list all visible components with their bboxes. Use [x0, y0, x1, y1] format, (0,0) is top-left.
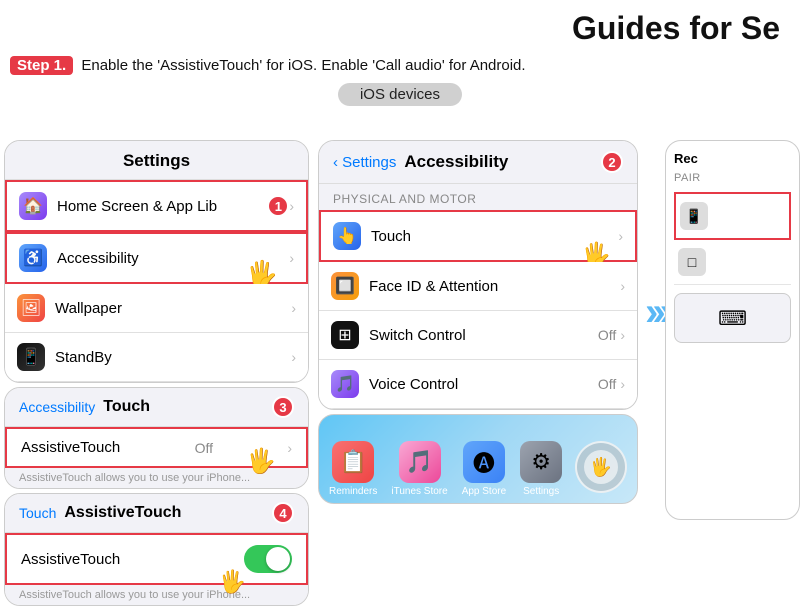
acc-switch-label: Switch Control	[369, 327, 598, 344]
touch-assistivetouch-item[interactable]: AssistiveTouch Off › 🖐	[5, 427, 308, 468]
card-touch: Accessibility Touch 3 AssistiveTouch Off…	[4, 387, 309, 489]
wallpaper-label: Wallpaper	[55, 300, 291, 317]
acc-voice-value: Off	[598, 376, 616, 392]
step-badge: Step 1.	[10, 56, 73, 75]
mid-column: ‹ Settings Accessibility 2 PHYSICAL AND …	[318, 140, 643, 504]
card-right-partial: Rec PAIR 📱 □ ⌨	[665, 140, 800, 520]
acc-switch-chevron: ›	[620, 327, 625, 343]
itunes-label: iTunes Store	[391, 486, 447, 497]
at-toggle-item[interactable]: AssistiveTouch 🖐	[5, 533, 308, 585]
wallpaper-icon: 🖼	[17, 294, 45, 322]
step3-badge: 3	[272, 396, 294, 418]
at-label: AssistiveTouch	[21, 551, 120, 568]
accessibility-icon: ♿	[19, 244, 47, 272]
at-toggle[interactable]	[244, 545, 292, 573]
appstore-label: App Store	[462, 486, 506, 497]
acc-item-faceid[interactable]: 🔲 Face ID & Attention ›	[319, 262, 637, 311]
standby-chevron: ›	[291, 349, 296, 365]
standby-icon: 📱	[17, 343, 45, 371]
switch-icon: ⊞	[331, 321, 359, 349]
acc-section-label: PHYSICAL AND MOTOR	[319, 184, 637, 210]
app-settings[interactable]: ⚙ Settings	[520, 441, 562, 497]
acc-item-voice[interactable]: 🎵 Voice Control Off ›	[319, 360, 637, 409]
assistive-touch-button[interactable]: 🖐	[575, 441, 627, 493]
acc-item-switch[interactable]: ⊞ Switch Control Off ›	[319, 311, 637, 360]
itunes-icon: 🎵	[399, 441, 441, 483]
acc-voice-label: Voice Control	[369, 376, 598, 393]
acc-header: ‹ Settings Accessibility 2	[319, 141, 637, 184]
homescreen-chevron: ›	[289, 198, 294, 214]
right-item-1[interactable]: 📱	[674, 192, 791, 240]
acc-faceid-chevron: ›	[620, 278, 625, 294]
voice-icon: 🎵	[331, 370, 359, 398]
ios-label-wrap: iOS devices	[0, 83, 800, 106]
step4-badge: 4	[272, 502, 294, 524]
touch-icon: 👆	[333, 222, 361, 250]
settings-app-label: Settings	[523, 486, 559, 497]
app-itunes[interactable]: 🎵 iTunes Store	[391, 441, 447, 497]
right-item-icon-2: □	[678, 248, 706, 276]
settings-item-standby[interactable]: 📱 StandBy ›	[5, 333, 308, 382]
settings-app-icon: ⚙	[520, 441, 562, 483]
appstore-icon: 🅐	[463, 441, 505, 483]
right-item-icon-1: 📱	[680, 202, 708, 230]
wallpaper-chevron: ›	[291, 300, 296, 316]
settings-item-accessibility[interactable]: ♿ Accessibility › 🖐	[5, 232, 308, 284]
right-keyboard[interactable]: ⌨	[674, 293, 791, 343]
acc-touch-label: Touch	[371, 228, 614, 245]
card-accessibility: ‹ Settings Accessibility 2 PHYSICAL AND …	[318, 140, 638, 410]
acc-faceid-label: Face ID & Attention	[369, 278, 616, 295]
faceid-icon: 🔲	[331, 272, 359, 300]
card-homescreen: 📋 Reminders 🎵 iTunes Store 🅐 App Store ⚙…	[318, 414, 638, 504]
settings-item-homescreen[interactable]: 🏠 Home Screen & App Lib 1 ›	[5, 180, 308, 232]
step-text: Enable the 'AssistiveTouch' for iOS. Ena…	[81, 57, 525, 74]
right-section-label: PAIR	[674, 172, 791, 184]
at-back[interactable]: Touch	[19, 505, 56, 521]
card-settings: Settings 🏠 Home Screen & App Lib 1 › ♿ A…	[4, 140, 309, 383]
at-title: AssistiveTouch	[64, 504, 181, 522]
acc-item-touch[interactable]: 👆 Touch › 🖐	[319, 210, 637, 262]
reminders-icon: 📋	[332, 441, 374, 483]
app-reminders[interactable]: 📋 Reminders	[329, 441, 377, 497]
arrows-icon: ›››	[645, 290, 667, 335]
acc-touch-chevron: ›	[618, 228, 623, 244]
homescreen-icon: 🏠	[19, 192, 47, 220]
left-column: Settings 🏠 Home Screen & App Lib 1 › ♿ A…	[4, 140, 314, 606]
right-item-2[interactable]: □	[674, 240, 791, 285]
card-at: Touch AssistiveTouch 4 AssistiveTouch 🖐 …	[4, 493, 309, 606]
page-title: Guides for Se	[0, 0, 800, 52]
accessibility-chevron: ›	[289, 250, 294, 266]
step-bar: Step 1. Enable the 'AssistiveTouch' for …	[0, 52, 800, 83]
acc-voice-chevron: ›	[620, 376, 625, 392]
touch-at-chevron: ›	[287, 440, 292, 456]
homescreen-label: Home Screen & App Lib	[57, 198, 267, 215]
touch-at-label: AssistiveTouch	[21, 439, 120, 456]
ios-label: iOS devices	[338, 83, 462, 106]
step2-badge: 2	[601, 151, 623, 173]
reminders-label: Reminders	[329, 486, 377, 497]
step1-badge: 1	[267, 195, 289, 217]
touch-back[interactable]: Accessibility	[19, 399, 95, 415]
standby-label: StandBy	[55, 349, 291, 366]
settings-item-wallpaper[interactable]: 🖼 Wallpaper ›	[5, 284, 308, 333]
acc-title: Accessibility	[404, 152, 508, 172]
settings-list: 🏠 Home Screen & App Lib 1 › ♿ Accessibil…	[5, 180, 308, 382]
at-header: Touch AssistiveTouch 4	[5, 494, 308, 533]
touch-title: Touch	[103, 398, 150, 416]
touch-header: Accessibility Touch 3	[5, 388, 308, 427]
acc-switch-value: Off	[598, 327, 616, 343]
right-rec-label: Rec	[674, 151, 791, 166]
app-appstore[interactable]: 🅐 App Store	[462, 441, 506, 497]
at-inner-circle: 🖐	[584, 450, 618, 484]
touch-at-value: Off	[195, 440, 213, 456]
settings-title: Settings	[5, 141, 308, 180]
arrows-wrap: ›››	[645, 290, 667, 335]
acc-back-btn[interactable]: ‹ Settings	[333, 154, 396, 171]
at-desc: AssistiveTouch allows you to use your iP…	[5, 585, 308, 605]
